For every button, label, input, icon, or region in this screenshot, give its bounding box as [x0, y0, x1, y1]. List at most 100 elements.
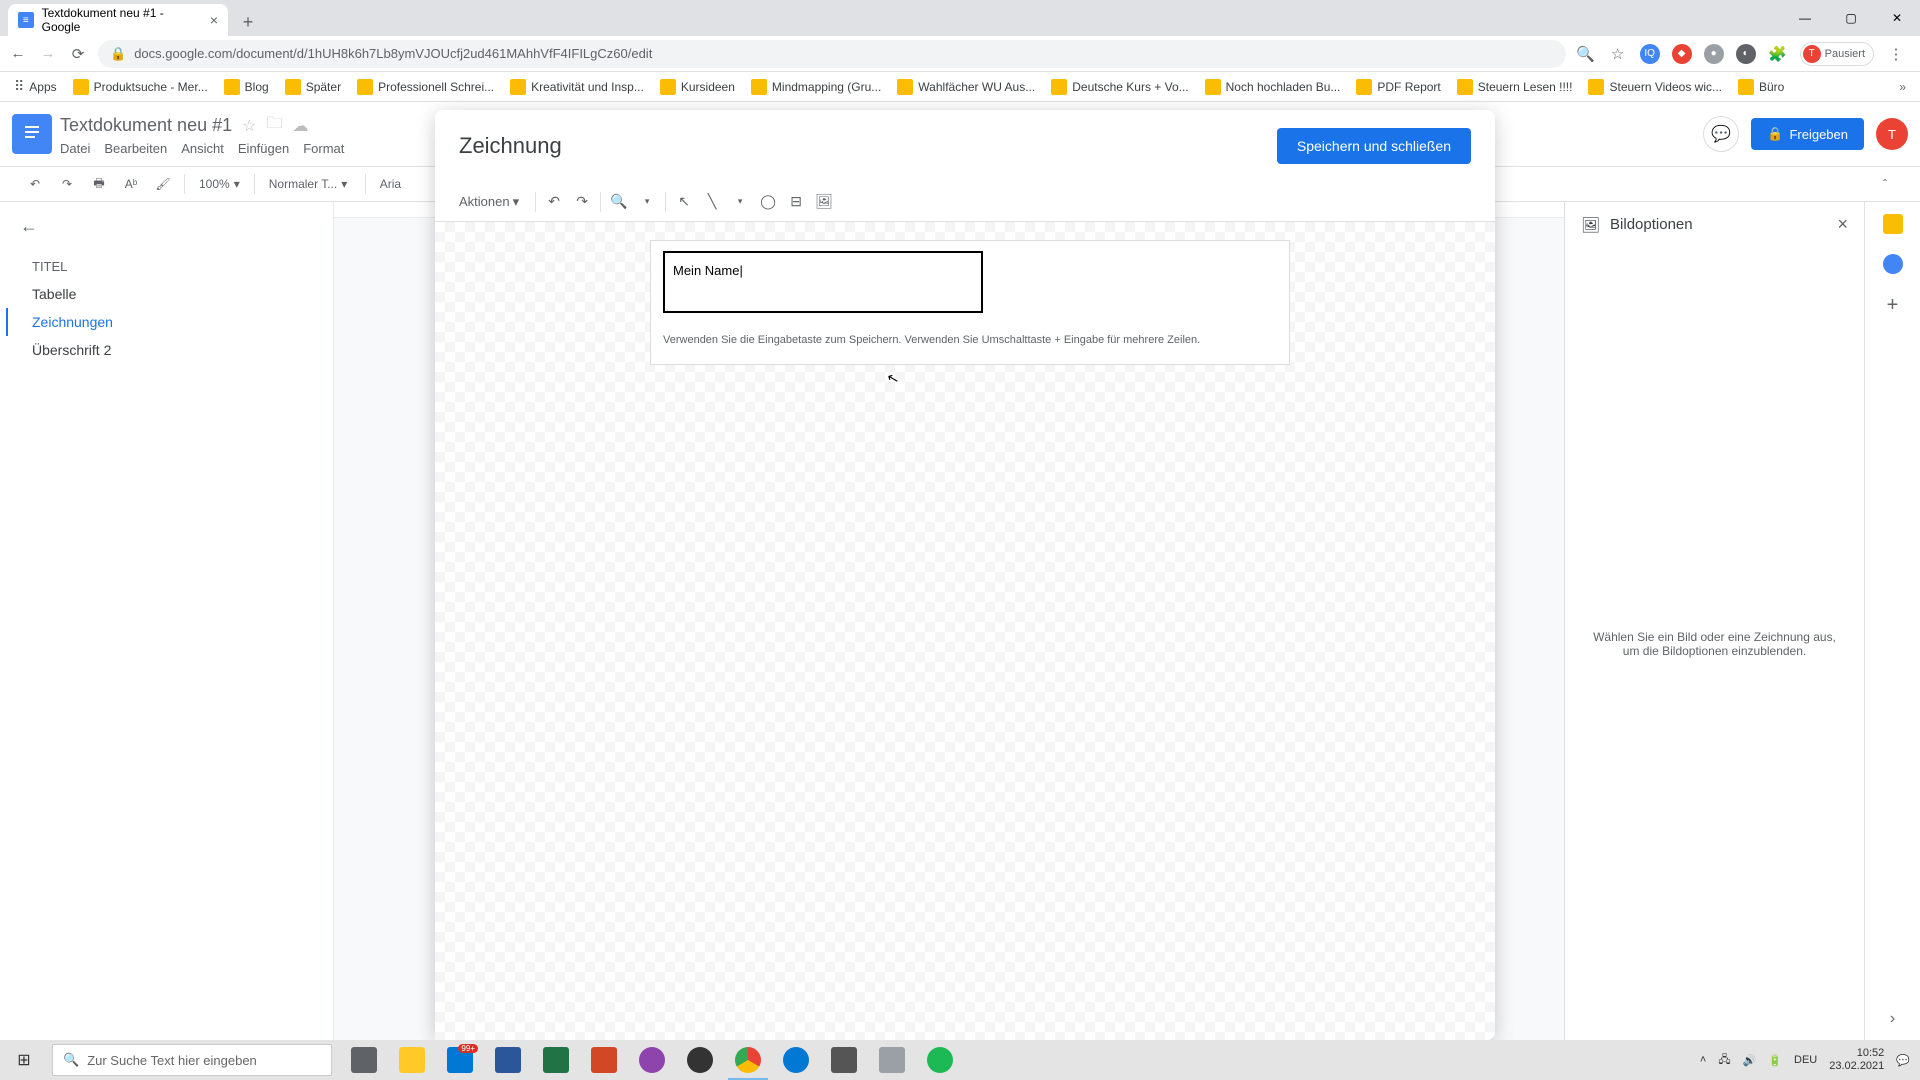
window-maximize-button[interactable]: ▢: [1828, 0, 1874, 36]
notepad-icon[interactable]: [868, 1040, 916, 1080]
undo-icon[interactable]: ↶: [544, 192, 564, 212]
outline-item[interactable]: Tabelle: [20, 280, 300, 308]
cloud-status-icon[interactable]: ☁: [292, 116, 308, 136]
print-button[interactable]: 🖶: [88, 173, 110, 195]
comments-button[interactable]: 💬: [1703, 116, 1739, 152]
redo-icon[interactable]: ↷: [572, 192, 592, 212]
bookmark-item[interactable]: Noch hochladen Bu...: [1199, 75, 1347, 99]
menu-view[interactable]: Ansicht: [181, 141, 224, 156]
browser-tab[interactable]: ≡ Textdokument neu #1 - Google ×: [8, 4, 228, 36]
style-select[interactable]: Normaler T...▾: [265, 177, 355, 191]
redo-button[interactable]: ↷: [56, 173, 78, 195]
bookmark-item[interactable]: Kreativität und Insp...: [504, 75, 650, 99]
new-tab-button[interactable]: +: [234, 8, 262, 36]
select-tool-icon[interactable]: ↖: [674, 192, 694, 212]
extension-icon-4[interactable]: ◐: [1736, 44, 1756, 64]
tray-notifications-icon[interactable]: 💬: [1896, 1054, 1910, 1067]
chrome-icon[interactable]: [724, 1040, 772, 1080]
bookmarks-overflow-icon[interactable]: »: [1893, 80, 1912, 94]
address-bar[interactable]: 🔒 docs.google.com/document/d/1hUH8k6h7Lb…: [98, 40, 1566, 68]
line-dropdown-icon[interactable]: ▾: [730, 192, 750, 212]
tasks-icon[interactable]: [1883, 254, 1903, 274]
save-close-button[interactable]: Speichern und schließen: [1277, 128, 1471, 164]
excel-icon[interactable]: [532, 1040, 580, 1080]
tray-chevron-icon[interactable]: ˄: [1700, 1054, 1706, 1066]
spotify-icon[interactable]: [916, 1040, 964, 1080]
chevron-right-icon[interactable]: ›: [1890, 1010, 1895, 1028]
zoom-dropdown-icon[interactable]: ▾: [637, 192, 657, 212]
bookmark-item[interactable]: Steuern Videos wic...: [1582, 75, 1728, 99]
account-avatar[interactable]: T: [1876, 118, 1908, 150]
profile-paused-button[interactable]: T Pausiert: [1800, 42, 1874, 66]
menu-format[interactable]: Format: [303, 141, 344, 156]
add-addon-icon[interactable]: +: [1887, 294, 1899, 317]
explorer-icon[interactable]: [388, 1040, 436, 1080]
outline-item[interactable]: Überschrift 2: [20, 336, 300, 364]
bookmark-item[interactable]: Blog: [218, 75, 275, 99]
menu-insert[interactable]: Einfügen: [238, 141, 289, 156]
bookmark-item[interactable]: Produktsuche - Mer...: [67, 75, 214, 99]
menu-file[interactable]: Datei: [60, 141, 90, 156]
outline-back-icon[interactable]: ←: [20, 216, 300, 237]
document-title[interactable]: Textdokument neu #1: [60, 115, 232, 136]
window-minimize-button[interactable]: —: [1782, 0, 1828, 36]
word-icon[interactable]: [484, 1040, 532, 1080]
collapse-toolbar-icon[interactable]: ˆ: [1874, 173, 1896, 195]
powerpoint-icon[interactable]: [580, 1040, 628, 1080]
bookmark-item[interactable]: PDF Report: [1350, 75, 1446, 99]
spellcheck-button[interactable]: Aᵇ: [120, 173, 142, 195]
star-icon[interactable]: ☆: [1608, 44, 1628, 64]
edge-icon[interactable]: [772, 1040, 820, 1080]
zoom-icon[interactable]: 🔍: [1576, 44, 1596, 64]
outline-item-active[interactable]: Zeichnungen: [6, 308, 300, 336]
start-button[interactable]: ⊞: [0, 1040, 48, 1080]
mail-icon[interactable]: 99+: [436, 1040, 484, 1080]
move-document-icon[interactable]: 🗀: [266, 112, 282, 139]
bookmark-item[interactable]: Professionell Schrei...: [351, 75, 500, 99]
nav-back-icon[interactable]: ←: [8, 44, 28, 64]
close-panel-icon[interactable]: ×: [1837, 214, 1848, 235]
drawing-canvas[interactable]: Mein Name Verwenden Sie die Eingabetaste…: [435, 222, 1495, 1040]
menu-edit[interactable]: Bearbeiten: [104, 141, 167, 156]
image-tool-icon[interactable]: 🖼: [814, 192, 834, 212]
bookmark-item[interactable]: Deutsche Kurs + Vo...: [1045, 75, 1194, 99]
bookmark-item[interactable]: Mindmapping (Gru...: [745, 75, 887, 99]
extension-icon-1[interactable]: IQ: [1640, 44, 1660, 64]
tray-network-icon[interactable]: 🖧: [1718, 1051, 1730, 1070]
textbox-tool-icon[interactable]: ⊟: [786, 192, 806, 212]
window-close-button[interactable]: ✕: [1874, 0, 1920, 36]
extension-icon-3[interactable]: ●: [1704, 44, 1724, 64]
keep-icon[interactable]: [1883, 214, 1903, 234]
undo-button[interactable]: ↶: [24, 173, 46, 195]
actions-menu[interactable]: Aktionen▾: [451, 190, 527, 214]
close-tab-icon[interactable]: ×: [210, 12, 218, 28]
docs-logo-icon[interactable]: [12, 114, 52, 154]
app-icon[interactable]: [820, 1040, 868, 1080]
star-document-icon[interactable]: ☆: [242, 116, 256, 136]
tray-volume-icon[interactable]: 🔊: [1743, 1054, 1757, 1067]
paint-format-button[interactable]: 🖌: [152, 173, 174, 195]
bookmark-item[interactable]: Wahlfächer WU Aus...: [891, 75, 1041, 99]
extensions-menu-icon[interactable]: 🧩: [1768, 44, 1788, 64]
browser-menu-icon[interactable]: ⋮: [1886, 44, 1906, 64]
font-select[interactable]: Aria: [376, 177, 405, 191]
text-input-frame[interactable]: Mein Name: [663, 251, 983, 313]
app-icon[interactable]: [676, 1040, 724, 1080]
shape-tool-icon[interactable]: ◯: [758, 192, 778, 212]
bookmark-apps[interactable]: ⠿Apps: [8, 74, 63, 99]
task-view-icon[interactable]: [340, 1040, 388, 1080]
bookmark-item[interactable]: Steuern Lesen !!!!: [1451, 75, 1579, 99]
bookmark-item[interactable]: Kursideen: [654, 75, 741, 99]
extension-icon-2[interactable]: ◆: [1672, 44, 1692, 64]
app-icon[interactable]: [628, 1040, 676, 1080]
nav-reload-icon[interactable]: ⟳: [68, 44, 88, 64]
zoom-tool-icon[interactable]: 🔍: [609, 192, 629, 212]
tray-language[interactable]: DEU: [1794, 1054, 1817, 1066]
windows-search-input[interactable]: 🔍 Zur Suche Text hier eingeben: [52, 1044, 332, 1076]
zoom-select[interactable]: 100%▾: [195, 177, 244, 191]
line-tool-icon[interactable]: ╲: [702, 192, 722, 212]
tray-clock[interactable]: 10:52 23.02.2021: [1829, 1047, 1884, 1073]
bookmark-item[interactable]: Später: [279, 75, 347, 99]
share-button[interactable]: 🔒 Freigeben: [1751, 118, 1864, 150]
bookmark-item[interactable]: Büro: [1732, 75, 1790, 99]
